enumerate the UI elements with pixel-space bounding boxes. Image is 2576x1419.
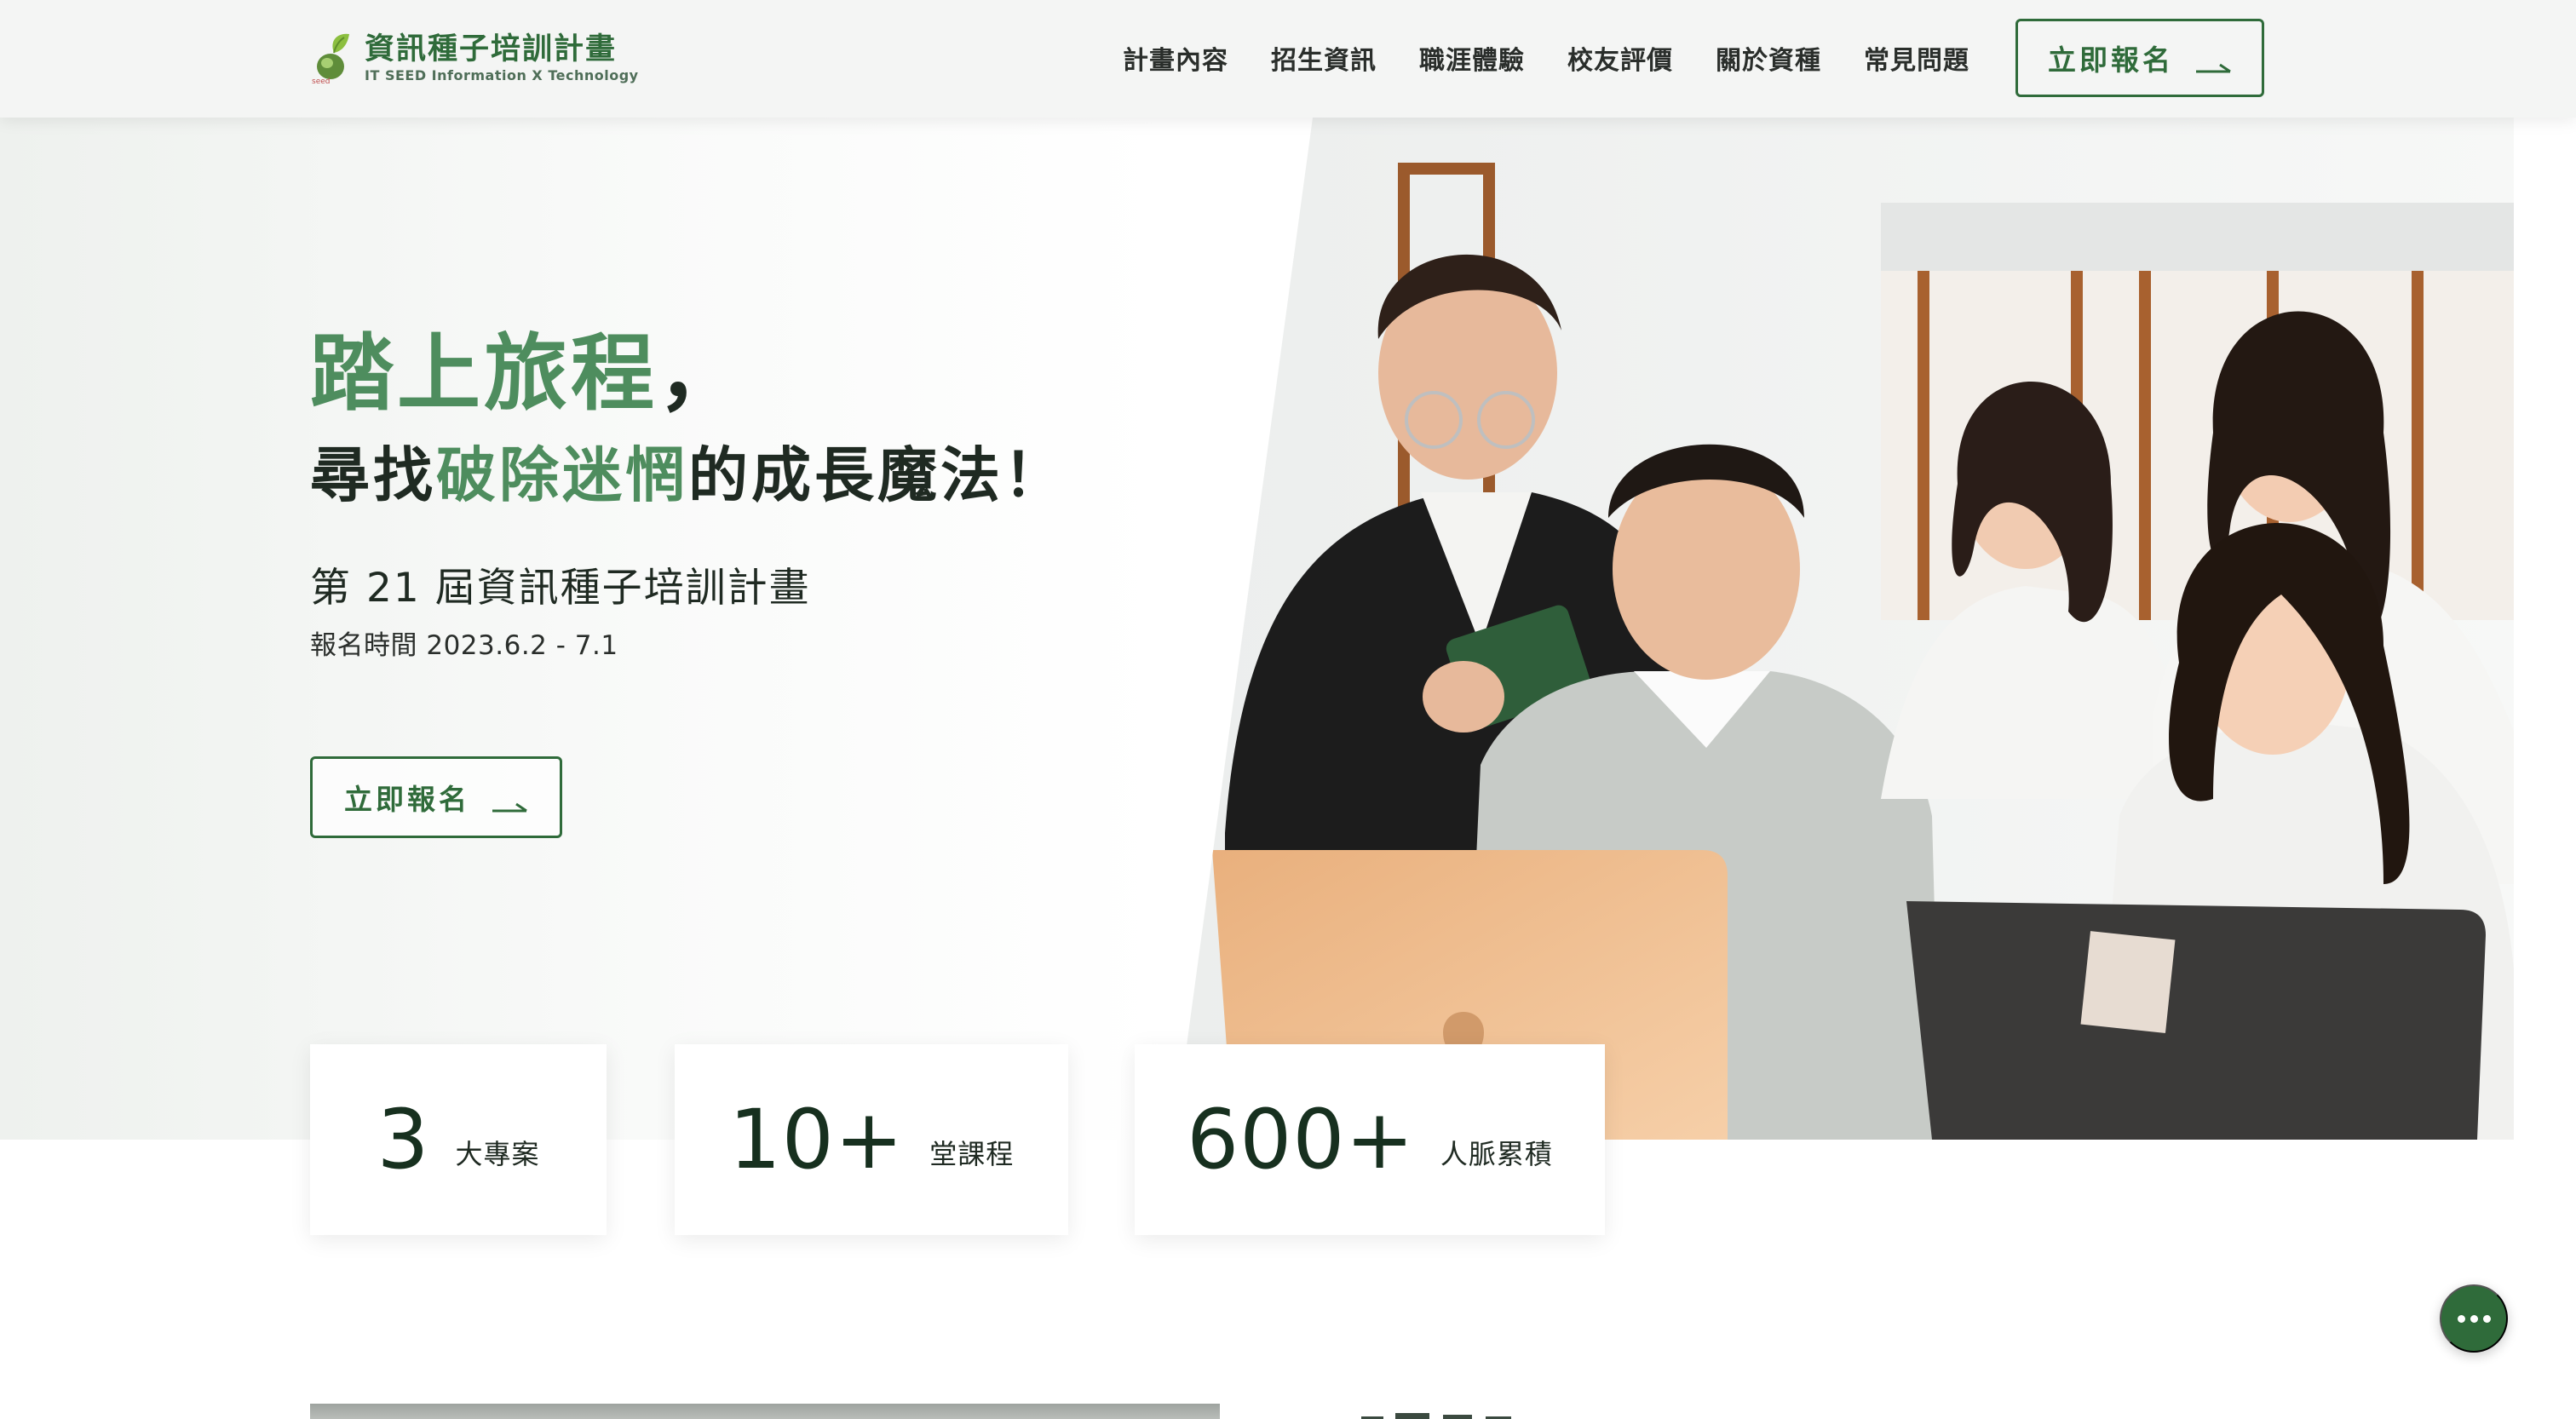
- section-preview-photo: [310, 1404, 1220, 1419]
- hero-headline-line2: 尋找破除迷惘的成長魔法！: [310, 433, 1067, 518]
- section-preview-heading: [1361, 1409, 1549, 1419]
- hero-headline-line1-punct: ，: [658, 325, 745, 422]
- stat-card-projects: 3 大專案: [310, 1044, 607, 1235]
- nav-item-faq[interactable]: 常見問題: [1864, 39, 1969, 77]
- more-dots-icon: [2457, 1314, 2491, 1323]
- registration-period: 報名時間 2023.6.2 - 7.1: [310, 630, 618, 661]
- stat-number: 3: [377, 1092, 430, 1187]
- logo-title: 資訊種子培訓計畫: [365, 32, 618, 66]
- hero-headline-line2-pre: 尋找: [310, 439, 436, 510]
- site-logo[interactable]: seed 資訊種子培訓計畫 IT SEED Information X Tech…: [310, 27, 639, 89]
- nav-item-alumni[interactable]: 校友評價: [1567, 39, 1673, 77]
- nav-item-about[interactable]: 關於資種: [1716, 39, 1821, 77]
- nav-item-career[interactable]: 職涯體驗: [1419, 39, 1525, 77]
- hero-photo: [1174, 118, 2514, 1140]
- arrow-right-icon: [2196, 51, 2232, 73]
- program-title: 第 21 屆資訊種子培訓計畫: [310, 565, 811, 612]
- hero-headline-line1: 踏上旅程，: [310, 319, 745, 429]
- arrow-right-icon: [492, 790, 528, 813]
- nav-item-admissions[interactable]: 招生資訊: [1271, 39, 1377, 77]
- hero-headline-line2-post: 的成長魔法！: [688, 439, 1067, 510]
- logo-subtitle: IT SEED Information X Technology: [365, 67, 639, 83]
- stat-label: 堂課程: [929, 1138, 1015, 1170]
- students-with-laptops-photo: [1174, 118, 2514, 1140]
- stat-label: 人脈累積: [1440, 1138, 1553, 1170]
- nav-item-program[interactable]: 計畫內容: [1123, 39, 1228, 77]
- hero-headline-line1-text: 踏上旅程: [310, 325, 658, 422]
- stat-number: 600+: [1187, 1092, 1415, 1187]
- hero-headline-line2-accent: 破除迷惘: [436, 439, 688, 510]
- stat-card-network: 600+ 人脈累積: [1135, 1044, 1605, 1235]
- stat-number: 10+: [728, 1092, 905, 1187]
- header-register-button[interactable]: 立即報名: [2015, 19, 2264, 97]
- stat-label: 大專案: [455, 1138, 540, 1170]
- svg-text:seed: seed: [312, 78, 330, 86]
- stat-card-courses: 10+ 堂課程: [675, 1044, 1068, 1235]
- main-nav: 計畫內容 招生資訊 職涯體驗 校友評價 關於資種 常見問題: [1123, 37, 1969, 78]
- hero-register-label: 立即報名: [344, 784, 470, 815]
- site-header: seed 資訊種子培訓計畫 IT SEED Information X Tech…: [0, 0, 2576, 118]
- header-register-label: 立即報名: [2048, 44, 2174, 76]
- chat-button[interactable]: [2440, 1284, 2508, 1353]
- seed-logo-icon: seed: [310, 27, 358, 89]
- hero-register-button[interactable]: 立即報名: [310, 756, 562, 838]
